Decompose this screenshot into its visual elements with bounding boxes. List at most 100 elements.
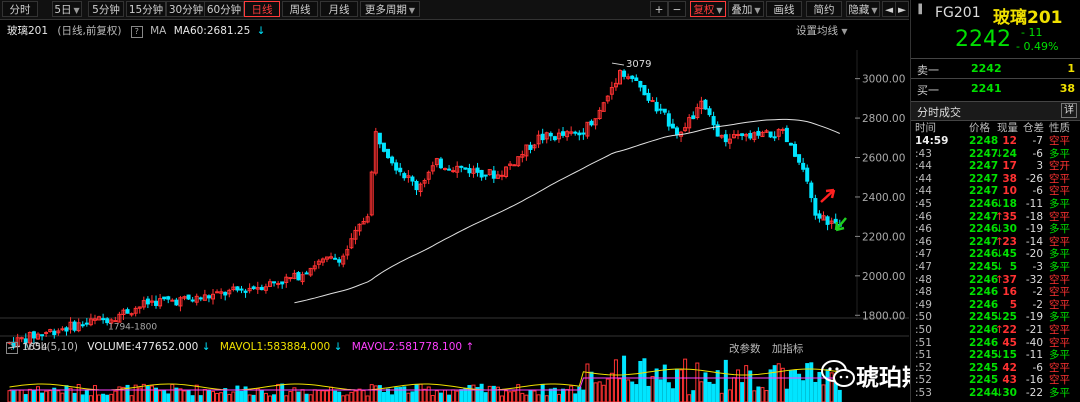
volume-bar bbox=[263, 392, 268, 402]
volume-bar bbox=[512, 390, 517, 402]
trade-dir: 空平 bbox=[1049, 361, 1070, 374]
trade-oi: -19 bbox=[1025, 223, 1043, 236]
volume-bar bbox=[634, 384, 639, 402]
volume-bar bbox=[72, 392, 77, 402]
toolbar-button-left-0[interactable]: 分时 bbox=[2, 1, 38, 17]
volume-bar bbox=[727, 389, 732, 402]
volume-bar bbox=[504, 390, 509, 402]
chart-area[interactable]: 3000.00 2800.00 2600.00 2400.00 2200.00 2000.… bbox=[0, 20, 1017, 402]
toolbar-button-left-7[interactable]: 周线 bbox=[282, 1, 318, 17]
candle-body bbox=[251, 286, 256, 290]
candle-body bbox=[80, 324, 85, 327]
candle-body bbox=[622, 70, 627, 77]
candle-body bbox=[817, 213, 822, 219]
help-icon[interactable]: ? bbox=[130, 26, 143, 38]
trade-vol: 43 bbox=[1002, 374, 1017, 387]
red-arrow-icon bbox=[820, 188, 836, 203]
volume-bar bbox=[7, 390, 12, 402]
trade-time: :52 bbox=[915, 361, 932, 374]
trade-row: 14:59 2248 12 -7 空平 bbox=[911, 135, 1080, 148]
header-direction: 性质 bbox=[1049, 122, 1070, 134]
volume-bar bbox=[19, 389, 24, 402]
trade-price: 2246 bbox=[969, 298, 999, 311]
trades-tab-bar: 分时成交 详 bbox=[911, 101, 1080, 121]
toolbar-button-left-1[interactable]: 5日 ▼ bbox=[52, 1, 82, 17]
trade-dir: 空开 bbox=[1049, 160, 1070, 173]
candle-body bbox=[788, 142, 793, 146]
mavol1-value: MAVOL1:583884.000 bbox=[219, 341, 331, 353]
toolbar-button-right-1[interactable]: − bbox=[668, 1, 686, 17]
detail-button[interactable]: 详 bbox=[1061, 103, 1077, 118]
settings-ma-button[interactable]: 设置均线 ▼ bbox=[796, 23, 848, 38]
volume-controls: 改参数 加指标 bbox=[729, 341, 803, 356]
candle-body bbox=[337, 259, 342, 263]
toolbar-button-right-8[interactable]: ► bbox=[895, 1, 909, 17]
toolbar-button-right-6[interactable]: 隐藏 ▼ bbox=[846, 1, 880, 17]
candle-body bbox=[333, 257, 338, 260]
toolbar-button-right-2[interactable]: 复权 ▼ bbox=[690, 1, 726, 17]
candle-body bbox=[259, 286, 264, 291]
add-indicator-button[interactable]: 加指标 bbox=[772, 343, 804, 355]
toolbar-button-left-9[interactable]: 更多周期 ▼ bbox=[360, 1, 420, 17]
candle-body bbox=[491, 170, 496, 179]
trade-price: 2247 bbox=[969, 147, 999, 160]
trade-vol: 38 bbox=[1002, 172, 1017, 185]
candle-body bbox=[280, 281, 285, 285]
toolbar-button-label: ◄ bbox=[884, 4, 894, 16]
toolbar-button-right-5[interactable]: 简约 bbox=[806, 1, 842, 17]
volume-bar bbox=[597, 381, 602, 402]
volume-bar bbox=[764, 390, 769, 402]
volume-bar bbox=[784, 388, 789, 402]
volume-bar bbox=[84, 389, 89, 402]
candle-body bbox=[398, 167, 403, 173]
edit-params-button[interactable]: 改参数 bbox=[729, 343, 761, 355]
volume-bar bbox=[776, 363, 781, 402]
toolbar-button-left-5[interactable]: 60分钟 bbox=[204, 1, 244, 17]
volume-bar bbox=[247, 394, 252, 402]
volume-bar bbox=[361, 390, 366, 402]
trade-dir: 多平 bbox=[1049, 248, 1070, 261]
candle-body bbox=[101, 318, 106, 321]
trade-vol: 30 bbox=[1002, 387, 1017, 399]
volume-bar bbox=[377, 385, 382, 402]
volume-bar bbox=[345, 394, 350, 402]
toolbar-button-right-0[interactable]: + bbox=[650, 1, 668, 17]
trade-vol: 5 bbox=[1009, 261, 1017, 273]
toolbar-button-label: − bbox=[672, 4, 682, 16]
ask-row: 卖一 2242 1 bbox=[911, 62, 1080, 77]
trade-oi: -6 bbox=[1032, 185, 1043, 198]
toolbar-button-right-3[interactable]: 叠加 ▼ bbox=[728, 1, 764, 17]
toolbar-button-left-8[interactable]: 月线 bbox=[320, 1, 358, 17]
toolbar-button-left-3[interactable]: 15分钟 bbox=[126, 1, 166, 17]
volume-bar bbox=[687, 394, 692, 402]
volume-bar bbox=[638, 360, 643, 402]
candle-body bbox=[186, 294, 191, 300]
collapse-icon[interactable]: ▐ bbox=[915, 5, 922, 15]
bid-row: 买一 2241 38 bbox=[911, 82, 1080, 97]
chevron-down-icon: ▼ bbox=[754, 6, 761, 15]
volume-bar bbox=[272, 394, 277, 402]
wechat-icon bbox=[821, 360, 855, 387]
price-block: 2242 - 11 - 0.49% bbox=[911, 26, 1080, 55]
trade-vol: 18 bbox=[1002, 198, 1017, 210]
toolbar-button-left-2[interactable]: 5分钟 bbox=[88, 1, 124, 17]
tab-time-sales[interactable]: 分时成交 bbox=[917, 104, 961, 120]
toolbar-button-left-4[interactable]: 30分钟 bbox=[166, 1, 206, 17]
trade-dir: 空平 bbox=[1049, 374, 1070, 387]
volume-bar bbox=[442, 389, 447, 402]
toolbar-button-right-4[interactable]: 画线 bbox=[766, 1, 802, 17]
toolbar-button-right-7[interactable]: ◄ bbox=[882, 1, 896, 17]
volume-bar bbox=[536, 394, 541, 402]
volume-bar bbox=[267, 395, 272, 402]
candle-body bbox=[548, 132, 553, 137]
trade-dir: 空平 bbox=[1049, 336, 1070, 349]
candle-body bbox=[479, 169, 484, 178]
volume-bar bbox=[499, 395, 504, 402]
volume-help-icon[interactable]: ? bbox=[6, 342, 18, 354]
trade-time: :51 bbox=[915, 336, 932, 349]
candle-body bbox=[145, 298, 150, 305]
volume-bar bbox=[715, 370, 720, 402]
volume-bar bbox=[235, 385, 240, 402]
candle-body bbox=[654, 101, 659, 112]
toolbar-button-left-6[interactable]: 日线 bbox=[244, 1, 280, 17]
